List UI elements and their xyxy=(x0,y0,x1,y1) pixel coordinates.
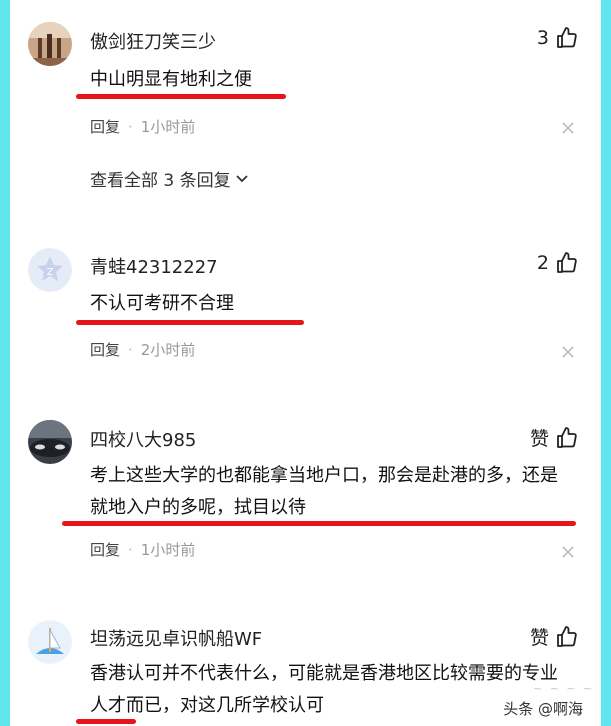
like-label: 赞 xyxy=(529,627,549,649)
red-underline xyxy=(76,320,304,325)
username[interactable]: 四校八大985 xyxy=(90,426,196,452)
chevron-down-icon xyxy=(235,174,248,182)
view-all-label: 查看全部 3 条回复 xyxy=(90,171,231,191)
timestamp: 1小时前 xyxy=(140,118,196,136)
comment-meta: 回复 · 1小时前 xyxy=(90,116,195,137)
thumbs-up-icon xyxy=(557,252,577,273)
avatar[interactable] xyxy=(28,420,72,464)
watermark-stamp: ~ ~ ~ ~ xyxy=(533,681,593,698)
username[interactable]: 傲剑狂刀笑三少 xyxy=(90,28,216,54)
username[interactable]: 坦荡远见卓识帆船WF xyxy=(90,625,262,651)
view-all-replies-button[interactable]: 查看全部 3 条回复 xyxy=(90,166,249,191)
reply-button[interactable]: 回复 xyxy=(90,339,120,360)
comment-meta: 回复 · 1小时前 xyxy=(90,539,195,560)
reply-button[interactable]: 回复 xyxy=(90,539,120,560)
like-label: 赞 xyxy=(529,428,549,450)
comment-meta: 回复 · 2小时前 xyxy=(90,339,195,360)
thumbs-up-icon xyxy=(557,27,577,48)
close-icon[interactable] xyxy=(561,121,575,135)
close-icon[interactable] xyxy=(561,545,575,559)
meta-dot: · xyxy=(128,340,133,359)
username[interactable]: 青蛙42312227 xyxy=(90,253,218,279)
avatar[interactable] xyxy=(28,22,72,66)
avatar[interactable]: Z xyxy=(28,248,72,292)
avatar[interactable] xyxy=(28,620,72,664)
comment-text: 不认可考研不合理 xyxy=(90,293,234,314)
red-underline xyxy=(62,521,576,526)
comment-text: 考上这些大学的也都能拿当地户口，那会是赴港的多，还是就地入户的多呢，拭目以待 xyxy=(90,465,558,518)
comment-text: 中山明显有地利之便 xyxy=(90,69,252,90)
timestamp: 1小时前 xyxy=(140,541,196,559)
comments-panel: 傲剑狂刀笑三少 3 中山明显有地利之便 回复 · 1小时前 查看全部 3 条回复… xyxy=(10,0,601,726)
like-button[interactable]: 赞 xyxy=(530,623,579,650)
red-underline xyxy=(76,719,136,724)
like-button[interactable]: 赞 xyxy=(530,424,579,451)
reply-button[interactable]: 回复 xyxy=(90,116,120,137)
svg-text:Z: Z xyxy=(47,267,54,278)
like-count: 2 xyxy=(536,252,549,274)
meta-dot: · xyxy=(128,117,133,136)
meta-dot: · xyxy=(128,540,133,559)
comment-text: 香港认可并不代表什么，可能就是香港地区比较需要的专业人才而已，对这几所学校认可 xyxy=(90,663,558,716)
red-underline xyxy=(76,94,286,99)
thumbs-up-icon xyxy=(557,625,577,647)
svg-text:~ ~ ~ ~: ~ ~ ~ ~ xyxy=(533,682,593,695)
thumbs-up-icon xyxy=(557,426,577,448)
like-count: 3 xyxy=(536,27,549,49)
like-button[interactable]: 3 xyxy=(537,26,579,50)
timestamp: 2小时前 xyxy=(140,341,196,359)
watermark: 头条 @啊海 xyxy=(499,697,587,720)
like-button[interactable]: 2 xyxy=(537,251,579,275)
close-icon[interactable] xyxy=(561,345,575,359)
